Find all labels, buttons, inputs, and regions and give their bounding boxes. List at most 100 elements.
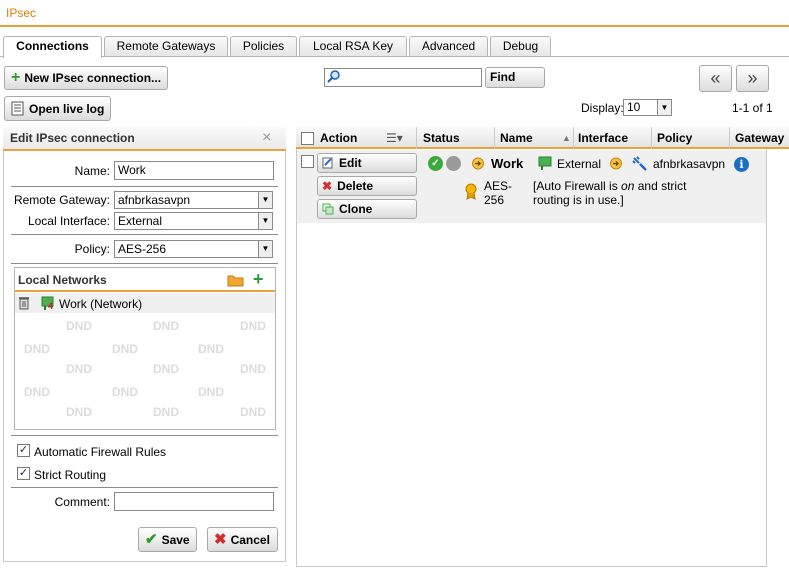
comment-line-2: routing is in use.] <box>533 193 624 207</box>
search-input[interactable] <box>324 68 482 87</box>
chevron-down-icon: ▼ <box>258 213 272 229</box>
auto-firewall-label: Automatic Firewall Rules <box>34 445 167 459</box>
dnd-watermark: DND <box>198 342 224 356</box>
page-title: IPsec <box>6 6 37 20</box>
comment-em: on <box>621 179 635 193</box>
policy-select[interactable]: AES-256 ▼ <box>114 240 273 258</box>
tab-debug[interactable]: Debug <box>490 36 551 57</box>
open-live-log-button[interactable]: Open live log <box>4 96 112 121</box>
edit-button[interactable]: Edit <box>317 153 417 173</box>
search-icon <box>327 70 340 83</box>
close-icon[interactable]: × <box>262 129 271 147</box>
column-action[interactable]: Action ☰▾ <box>316 127 417 149</box>
column-policy[interactable]: Policy <box>653 127 730 149</box>
divider <box>11 487 278 488</box>
connection-name: Work <box>491 156 524 171</box>
folder-icon[interactable] <box>227 273 244 287</box>
policy-label: Policy: <box>74 242 110 256</box>
tab-remote-gateways[interactable]: Remote Gateways <box>104 36 228 57</box>
policy-badge-icon <box>465 183 477 200</box>
dnd-watermark: DND <box>24 385 50 399</box>
comment-label: Comment: <box>54 495 110 509</box>
prev-page-button[interactable]: « <box>699 65 732 92</box>
local-interface-select[interactable]: External ▼ <box>114 212 273 230</box>
column-interface[interactable]: Interface <box>574 127 652 149</box>
dnd-watermark: DND <box>240 319 266 333</box>
divider <box>11 234 278 235</box>
interface-value: External <box>557 157 602 171</box>
tab-advanced[interactable]: Advanced <box>409 36 488 57</box>
select-all-checkbox[interactable] <box>301 132 314 145</box>
dnd-watermark: DND <box>198 385 224 399</box>
column-status[interactable]: Status <box>419 127 495 149</box>
edit-panel-title: Edit IPsec connection <box>10 131 135 145</box>
display-count-select[interactable]: 10 ▼ <box>623 99 672 116</box>
name-input[interactable]: Work <box>114 161 274 180</box>
delete-label: Delete <box>337 179 374 193</box>
dnd-watermark: DND <box>24 342 50 356</box>
policy-value: AES- 256 <box>484 179 512 207</box>
chevron-down-icon: ▼ <box>258 241 272 257</box>
dnd-watermark: DND <box>240 405 266 419</box>
column-name-label: Name <box>500 131 533 145</box>
tab-local-rsa-key[interactable]: Local RSA Key <box>299 36 407 57</box>
network-item-label: Work (Network) <box>59 297 143 311</box>
remote-gateway-label: Remote Gateway: <box>13 193 110 207</box>
tab-connections[interactable]: Connections <box>3 36 102 58</box>
cancel-button[interactable]: ✖ Cancel <box>207 527 278 552</box>
divider <box>11 263 278 264</box>
gateway-value: afnbrkasavpn <box>653 157 726 171</box>
dnd-watermark: DND <box>112 342 138 356</box>
column-gateway[interactable]: Gateway <box>731 127 789 149</box>
policy-line-1: AES- <box>484 179 513 193</box>
trash-icon[interactable] <box>18 296 30 310</box>
auto-firewall-checkbox[interactable]: ✓ <box>17 444 30 457</box>
local-networks-title: Local Networks <box>18 273 107 287</box>
save-label: Save <box>161 532 190 547</box>
clone-button[interactable]: Clone <box>317 199 417 219</box>
next-page-button[interactable]: » <box>736 65 769 92</box>
dnd-watermark: DND <box>66 362 92 376</box>
local-interface-value: External <box>118 214 163 228</box>
dnd-watermark: DND <box>240 362 266 376</box>
comment-post: and strict <box>634 179 687 193</box>
save-button[interactable]: ✔ Save <box>138 527 197 552</box>
interface-icon <box>538 156 552 170</box>
divider <box>11 186 278 187</box>
info-icon[interactable]: i <box>734 157 749 172</box>
dnd-watermark: DND <box>112 385 138 399</box>
dnd-watermark: DND <box>66 405 92 419</box>
delete-button[interactable]: ✖ Delete <box>317 176 417 196</box>
cancel-label: Cancel <box>230 532 270 547</box>
remote-gateway-select[interactable]: afnbrkasavpn ▼ <box>114 191 273 209</box>
clone-label: Clone <box>339 202 373 216</box>
status-off-indicator[interactable] <box>446 156 461 171</box>
new-ipsec-connection-label: New IPsec connection... <box>24 71 162 85</box>
edit-icon <box>322 157 333 169</box>
row-checkbox[interactable] <box>301 155 314 168</box>
local-interface-label: Local Interface: <box>27 214 110 228</box>
display-count-value: 10 <box>627 100 641 114</box>
dnd-watermark: DND <box>153 362 179 376</box>
plus-icon: + <box>11 69 21 86</box>
comment-pre: [Auto Firewall is <box>533 179 622 193</box>
chevron-down-icon: ▼ <box>657 100 671 115</box>
network-icon: 4 <box>41 296 57 311</box>
title-divider <box>0 25 789 27</box>
divider <box>11 435 278 436</box>
tab-policies[interactable]: Policies <box>230 36 297 57</box>
column-menu-icon[interactable]: ☰▾ <box>386 127 403 149</box>
add-network-icon[interactable]: + <box>253 270 264 288</box>
policy-line-2: 256 <box>484 193 505 207</box>
column-name[interactable]: Name ▲ <box>496 127 574 149</box>
policy-value: AES-256 <box>118 242 167 256</box>
strict-routing-label: Strict Routing <box>34 468 107 482</box>
log-icon <box>11 101 24 116</box>
network-badge: 4 <box>48 301 54 311</box>
find-button[interactable]: Find <box>485 67 545 88</box>
status-on-toggle[interactable]: ✓ <box>428 156 443 171</box>
comment-input[interactable] <box>114 492 274 511</box>
edit-label: Edit <box>339 156 362 170</box>
new-ipsec-connection-button[interactable]: + New IPsec connection... <box>4 66 169 90</box>
strict-routing-checkbox[interactable]: ✓ <box>17 467 30 480</box>
